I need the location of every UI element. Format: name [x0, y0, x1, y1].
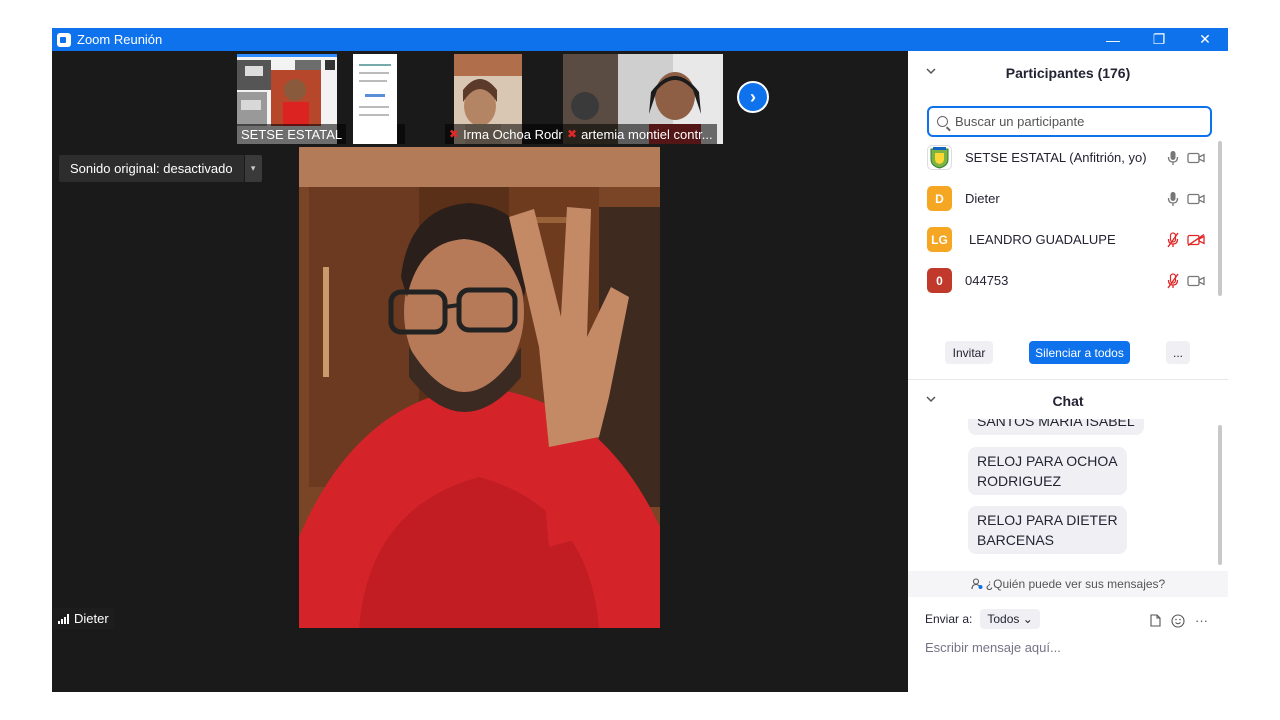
- send-to-row: Enviar a: Todos ⌄: [925, 608, 1040, 630]
- who-can-see-text: ¿Quién puede ver sus mensajes?: [985, 577, 1166, 591]
- microphone-muted-icon[interactable]: [1167, 231, 1179, 248]
- shield-logo-icon: [930, 147, 949, 169]
- speaker-video-image: [299, 147, 660, 628]
- original-sound-toggle[interactable]: Sonido original: desactivado ▾: [59, 155, 262, 182]
- emoji-icon[interactable]: [1171, 613, 1185, 628]
- avatar: D: [927, 186, 952, 211]
- participant-name: Dieter: [965, 191, 1000, 206]
- microphone-muted-icon[interactable]: [1167, 272, 1179, 289]
- microphone-icon[interactable]: [1167, 191, 1179, 207]
- search-icon: [937, 116, 948, 127]
- participant-search-input[interactable]: Buscar un participante: [927, 106, 1212, 137]
- original-sound-label[interactable]: Sonido original: desactivado: [59, 155, 244, 182]
- close-button[interactable]: ✕: [1182, 28, 1228, 51]
- chevron-down-icon: ⌄: [1022, 612, 1033, 626]
- file-icon[interactable]: [1150, 614, 1161, 627]
- window-title: Zoom Reunión: [77, 32, 163, 47]
- thumbnail-blank[interactable]: [397, 54, 445, 144]
- send-to-label: Enviar a:: [925, 612, 973, 626]
- participants-title: Participantes (176): [1005, 65, 1131, 81]
- thumbnail-strip: SETSE ESTATAL ✖Irma Ochoa Rodríguez: [237, 54, 723, 144]
- participant-row[interactable]: LG LEANDRO GUADALUPE: [908, 219, 1218, 260]
- chat-tools: ···: [1150, 613, 1208, 628]
- signal-strength-icon: [58, 613, 69, 624]
- send-to-dropdown[interactable]: Todos ⌄: [980, 609, 1040, 629]
- thumbnail-name: ✖Irma Ochoa Rodríguez: [445, 124, 563, 144]
- chat-messages: SANTOS MARIA ISABEL RELOJ PARA OCHOA ROD…: [908, 419, 1228, 569]
- camera-icon[interactable]: [1187, 193, 1205, 205]
- side-panel: Participantes (176) Buscar un participan…: [908, 51, 1228, 692]
- thumbnail-setse-estatal[interactable]: SETSE ESTATAL: [237, 54, 397, 144]
- search-placeholder: Buscar un participante: [955, 114, 1085, 129]
- avatar: LG: [927, 227, 952, 252]
- chat-message-input[interactable]: Escribir mensaje aquí...: [925, 640, 1061, 655]
- restore-button[interactable]: ❐: [1136, 28, 1182, 51]
- chevron-down-icon[interactable]: [926, 66, 936, 78]
- invite-button[interactable]: Invitar: [945, 341, 993, 364]
- more-options-button[interactable]: ...: [1166, 341, 1190, 364]
- thumbnail-name: SETSE ESTATAL: [237, 124, 347, 144]
- active-speaker-video: [299, 147, 660, 628]
- zoom-window: Zoom Reunión — ❐ ✕ SETSE ESTATAL ✖ Irma …: [52, 28, 1228, 692]
- caret-down-icon[interactable]: ▾: [244, 155, 262, 182]
- thumbnail-name: [397, 124, 405, 144]
- thumbnail-name: ✖ artemia montiel contr...: [563, 124, 717, 144]
- person-icon: [971, 578, 983, 590]
- chat-message: RELOJ PARA DIETER BARCENAS: [968, 506, 1127, 554]
- thumbnail-artemia-montiel[interactable]: ✖ artemia montiel contr...: [563, 54, 723, 144]
- muted-mic-icon: ✖: [567, 127, 578, 141]
- camera-icon[interactable]: [1187, 275, 1205, 287]
- camera-off-icon[interactable]: [1187, 233, 1205, 246]
- participant-list-scrollbar[interactable]: [1218, 141, 1222, 296]
- camera-icon[interactable]: [1187, 152, 1205, 164]
- avatar: [927, 145, 952, 170]
- participant-row[interactable]: SETSE ESTATAL (Anfitrión, yo): [908, 137, 1218, 178]
- participant-row[interactable]: D Dieter: [908, 178, 1218, 219]
- microphone-icon[interactable]: [1167, 150, 1179, 166]
- mute-all-button[interactable]: Silenciar a todos: [1029, 341, 1130, 364]
- who-can-see-link[interactable]: ¿Quién puede ver sus mensajes?: [908, 571, 1228, 597]
- zoom-logo-icon: [57, 32, 71, 47]
- video-area: SETSE ESTATAL ✖Irma Ochoa Rodríguez: [52, 51, 908, 692]
- title-bar: Zoom Reunión — ❐ ✕: [52, 28, 1228, 51]
- thumbnail-irma-ochoa[interactable]: ✖Irma Ochoa Rodríguez: [445, 54, 563, 144]
- participant-list: SETSE ESTATAL (Anfitrión, yo) D Dieter L…: [908, 139, 1228, 303]
- participant-row[interactable]: 0 044753: [908, 260, 1218, 301]
- chat-header: Chat: [908, 379, 1228, 423]
- chevron-down-icon[interactable]: [926, 394, 936, 406]
- chat-title: Chat: [1052, 393, 1084, 409]
- avatar: 0: [927, 268, 952, 293]
- chat-scrollbar[interactable]: [1218, 425, 1222, 565]
- active-speaker-name: Dieter: [74, 611, 109, 626]
- chevron-right-icon: ›: [750, 86, 756, 107]
- chat-message: SANTOS MARIA ISABEL: [968, 419, 1144, 435]
- participant-name: 044753: [965, 273, 1009, 288]
- minimize-button[interactable]: —: [1090, 28, 1136, 51]
- active-speaker-tag: Dieter: [53, 608, 114, 629]
- more-icon[interactable]: ···: [1195, 613, 1208, 628]
- participant-name: SETSE ESTATAL (Anfitrión, yo): [965, 150, 1147, 165]
- next-page-button[interactable]: ›: [737, 81, 769, 113]
- participants-header: Participantes (176): [908, 51, 1228, 95]
- chat-message: RELOJ PARA OCHOA RODRIGUEZ: [968, 447, 1127, 495]
- muted-mic-icon: ✖: [449, 127, 460, 141]
- participant-name: LEANDRO GUADALUPE: [969, 232, 1116, 247]
